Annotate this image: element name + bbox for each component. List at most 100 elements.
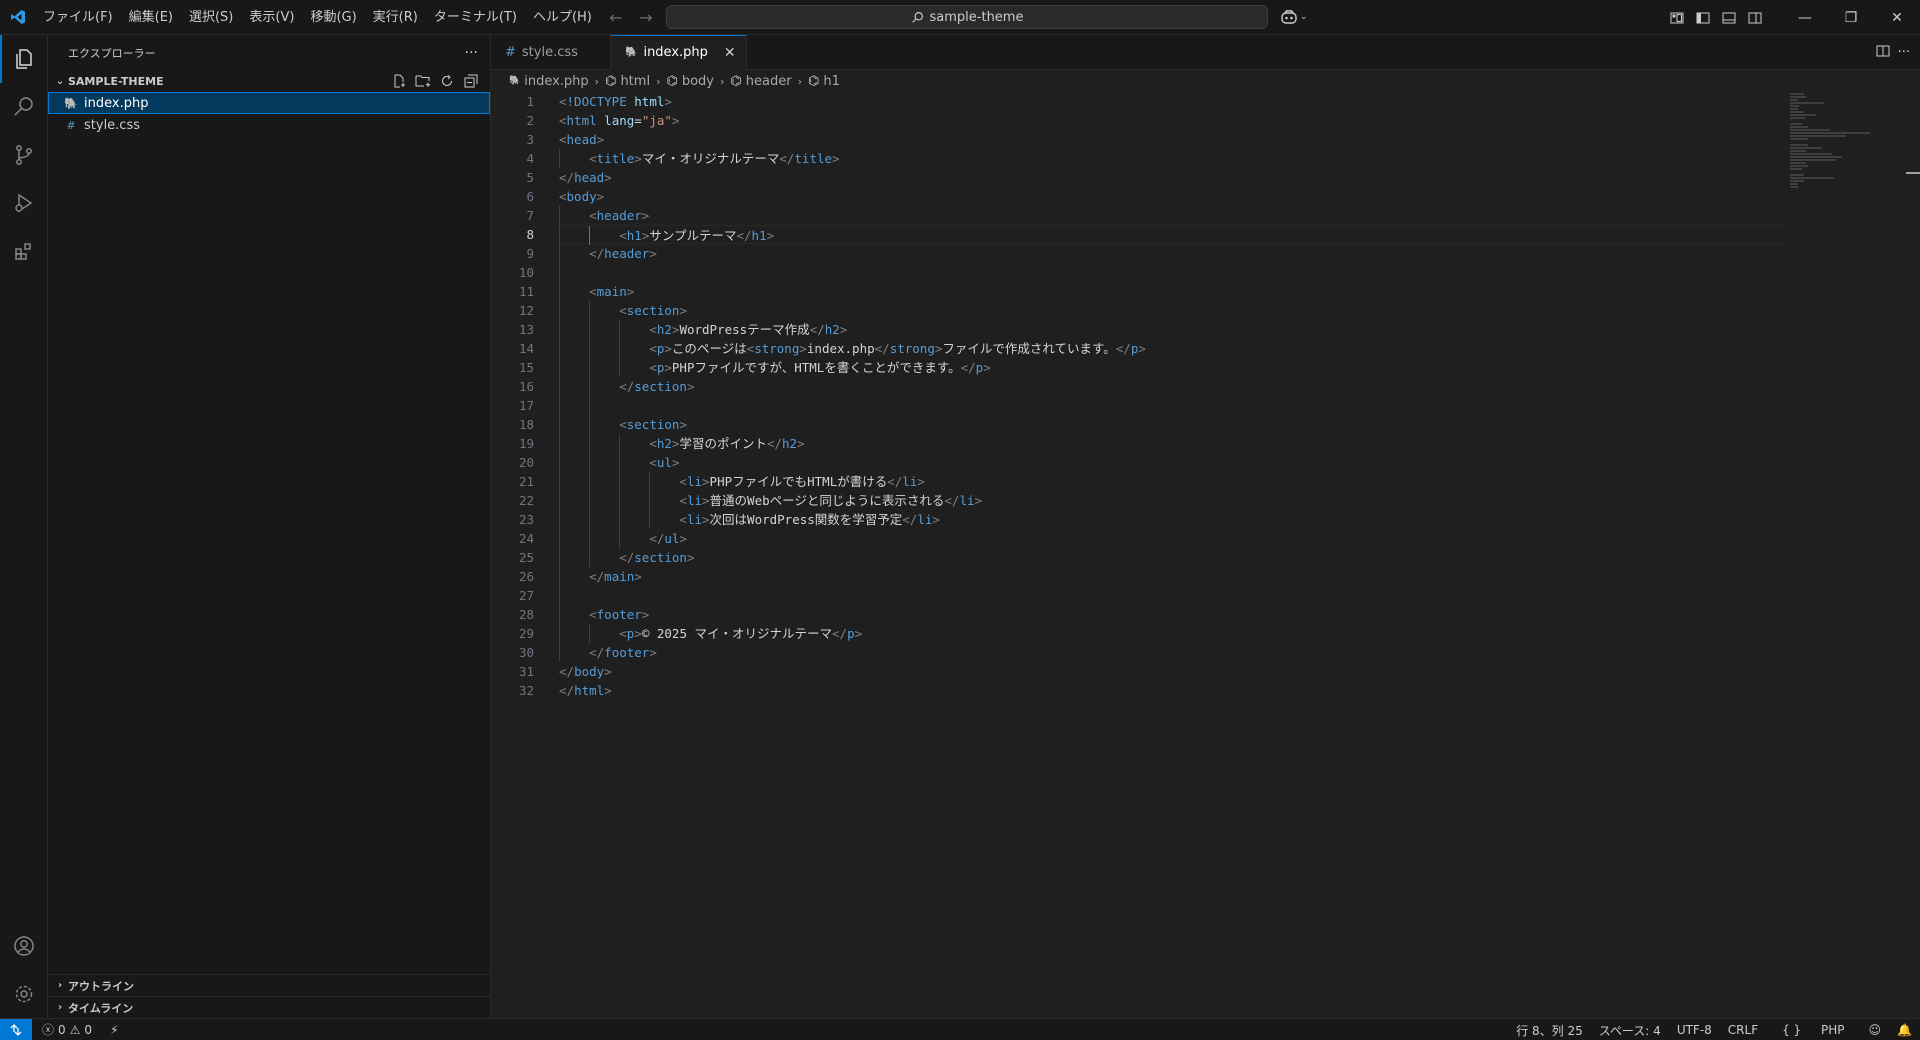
tab-label: style.css xyxy=(521,45,578,60)
line-number: 13 xyxy=(518,322,534,337)
timeline-section-header[interactable]: › タイムライン xyxy=(48,996,490,1018)
end-of-line[interactable]: CRLF xyxy=(1720,1023,1766,1037)
copilot-button[interactable]: ⌄ xyxy=(1280,6,1308,28)
search-icon[interactable] xyxy=(0,83,48,131)
line-number: 21 xyxy=(518,474,534,489)
css-file-icon: # xyxy=(505,45,516,60)
line-number: 11 xyxy=(518,284,534,299)
collapse-all-icon[interactable] xyxy=(462,72,480,90)
breadcrumb-item[interactable]: 🐘 index.php xyxy=(509,74,589,89)
menu-edit[interactable]: 編集(E) xyxy=(121,0,181,35)
explorer-icon[interactable] xyxy=(0,35,48,83)
code-line: <p>PHPファイルですが、HTMLを書くことができます。</p> xyxy=(559,358,1759,377)
copilot-status-icon[interactable]: ☺ xyxy=(1861,1023,1890,1037)
file-name: index.php xyxy=(84,95,149,111)
editor-tabs: # style.css 🐘 index.php ✕ ··· xyxy=(491,35,1920,70)
refresh-icon[interactable] xyxy=(438,72,456,90)
line-number: 1 xyxy=(526,94,534,109)
code-line: </ul> xyxy=(559,529,1759,548)
line-number: 22 xyxy=(518,493,534,508)
explorer-header: エクスプローラー ··· xyxy=(48,35,490,70)
toggle-secondary-sidebar-icon[interactable] xyxy=(1742,0,1768,35)
customize-layout-icon[interactable] xyxy=(1664,0,1690,35)
search-icon xyxy=(911,11,923,23)
split-editor-icon[interactable] xyxy=(1876,44,1890,62)
activity-bar-bottom xyxy=(0,922,48,1018)
search-label: sample-theme xyxy=(929,9,1024,25)
ports-icon[interactable]: ⚡ xyxy=(110,1023,118,1037)
file-name: style.css xyxy=(84,117,140,133)
source-control-icon[interactable] xyxy=(0,131,48,179)
code-line: <html lang="ja"> xyxy=(559,113,680,128)
code-line xyxy=(559,586,1759,605)
code-line: </footer> xyxy=(559,643,1759,662)
problems-indicator[interactable]: ⓧ 0 ⚠ 0 ⚡ xyxy=(32,1021,119,1038)
run-debug-icon[interactable] xyxy=(0,179,48,227)
toggle-panel-icon[interactable] xyxy=(1716,0,1742,35)
file-item-index-php[interactable]: 🐘 index.php xyxy=(48,92,490,114)
menu-selection[interactable]: 選択(S) xyxy=(181,0,241,35)
code-line: </section> xyxy=(559,377,1759,396)
forward-arrow-icon[interactable]: → xyxy=(635,8,657,27)
folder-header[interactable]: ⌄ SAMPLE-THEME xyxy=(48,70,490,92)
menu-file[interactable]: ファイル(F) xyxy=(35,0,121,35)
settings-gear-icon[interactable] xyxy=(0,970,48,1018)
new-file-icon[interactable] xyxy=(390,72,408,90)
sidebar-bottom-sections: › アウトライン › タイムライン xyxy=(48,974,490,1018)
breadcrumb-item[interactable]: ⌬ body xyxy=(666,74,714,89)
extensions-icon[interactable] xyxy=(0,227,48,275)
timeline-label: タイムライン xyxy=(68,1001,134,1015)
toggle-primary-sidebar-icon[interactable] xyxy=(1690,0,1716,35)
code-line: </main> xyxy=(559,567,1759,586)
close-window-icon[interactable]: ✕ xyxy=(1874,0,1920,35)
tab-style-css[interactable]: # style.css xyxy=(491,35,611,70)
restore-icon[interactable]: ❐ xyxy=(1828,0,1874,35)
code-editor[interactable]: 1 2 3 4 5 6 7 8 9 10 11 12 13 14 15 16 1… xyxy=(491,92,1791,1018)
outline-section-header[interactable]: › アウトライン xyxy=(48,974,490,996)
cursor-position[interactable]: 行 8、列 25 xyxy=(1508,1022,1591,1039)
line-number: 10 xyxy=(518,265,534,280)
command-center-search[interactable]: sample-theme xyxy=(666,5,1268,29)
minimap[interactable] xyxy=(1790,92,1910,1018)
chevron-right-icon: › xyxy=(656,74,661,88)
line-number: 20 xyxy=(518,455,534,470)
code-line: </section> xyxy=(559,548,1759,567)
menu-run[interactable]: 実行(R) xyxy=(365,0,426,35)
line-number: 18 xyxy=(518,417,534,432)
activity-bar xyxy=(0,35,48,1018)
code-line: <li>普通のWebページと同じように表示される</li> xyxy=(559,491,1759,510)
line-number: 9 xyxy=(526,246,534,261)
code-line xyxy=(559,263,1759,282)
more-actions-icon[interactable]: ··· xyxy=(1898,45,1910,60)
menu-go[interactable]: 移動(G) xyxy=(302,0,364,35)
notifications-bell-icon[interactable]: 🔔 xyxy=(1889,1023,1920,1037)
encoding[interactable]: UTF-8 xyxy=(1669,1023,1720,1037)
code-line: </body> xyxy=(559,664,612,679)
more-actions-icon[interactable]: ··· xyxy=(465,45,478,61)
new-folder-icon[interactable] xyxy=(414,72,432,90)
indentation[interactable]: スペース: 4 xyxy=(1591,1022,1669,1039)
tab-label: index.php xyxy=(643,45,708,60)
breadcrumb-item[interactable]: ⌬ header xyxy=(730,74,791,89)
accounts-icon[interactable] xyxy=(0,922,48,970)
line-number-gutter: 1 2 3 4 5 6 7 8 9 10 11 12 13 14 15 16 1… xyxy=(491,92,534,700)
breadcrumb-item[interactable]: ⌬ h1 xyxy=(808,74,840,89)
menu-view[interactable]: 表示(V) xyxy=(241,0,302,35)
remote-indicator-icon[interactable] xyxy=(0,1018,32,1040)
line-number: 12 xyxy=(518,303,534,318)
file-item-style-css[interactable]: # style.css xyxy=(48,114,490,136)
close-tab-icon[interactable]: ✕ xyxy=(724,45,736,61)
error-count: 0 xyxy=(58,1022,66,1037)
back-arrow-icon[interactable]: ← xyxy=(605,8,627,27)
folder-actions xyxy=(390,70,480,92)
minimize-icon[interactable]: — xyxy=(1782,0,1828,35)
menu-terminal[interactable]: ターミナル(T) xyxy=(426,0,525,35)
tab-index-php[interactable]: 🐘 index.php ✕ xyxy=(611,35,747,70)
menu-help[interactable]: ヘルプ(H) xyxy=(525,0,600,35)
language-mode[interactable]: { } PHP xyxy=(1766,1023,1860,1037)
code-line: <h2>WordPressテーマ作成</h2> xyxy=(559,320,1759,339)
php-file-icon: 🐘 xyxy=(509,76,521,86)
breadcrumb-item[interactable]: ⌬ html xyxy=(605,74,650,89)
status-bar: ⓧ 0 ⚠ 0 ⚡ 行 8、列 25 スペース: 4 UTF-8 CRLF { … xyxy=(0,1018,1920,1040)
line-number: 17 xyxy=(518,398,534,413)
